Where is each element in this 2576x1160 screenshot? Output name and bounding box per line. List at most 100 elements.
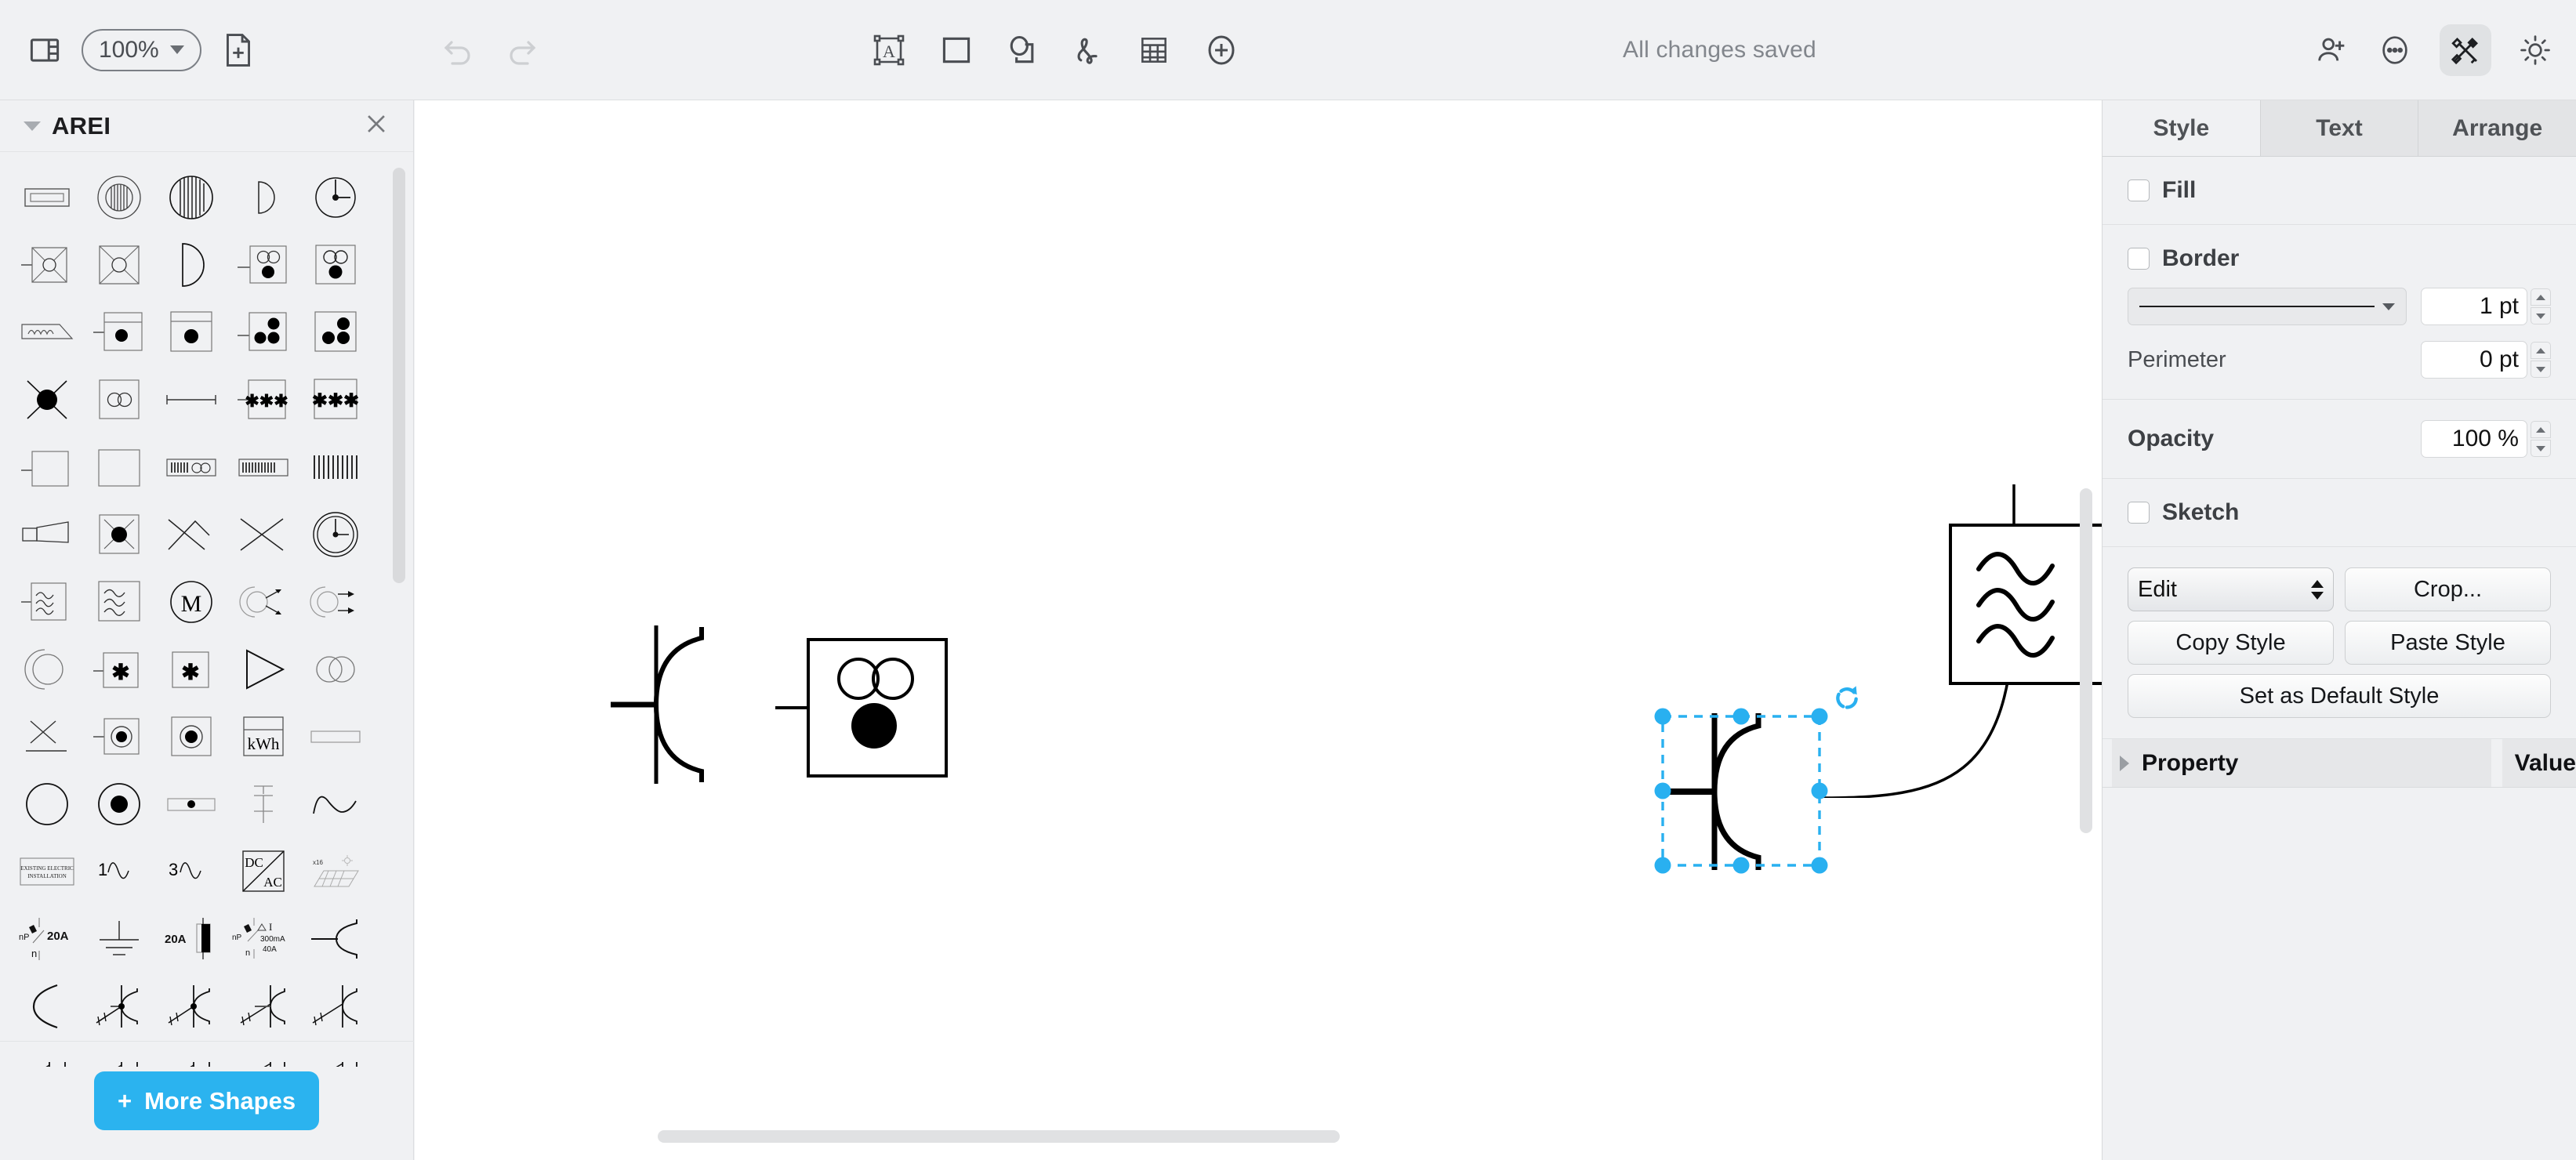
shape-box-waves-large[interactable] (83, 568, 155, 636)
shape-gauge-clock[interactable] (299, 501, 372, 568)
canvas-shape-box-waves[interactable] (1947, 522, 2102, 687)
shape-box-three-dots[interactable] (227, 299, 299, 366)
shape-socket-two-circles[interactable] (227, 231, 299, 299)
fill-checkbox[interactable] (2128, 179, 2150, 201)
shape-switch-arc-dot[interactable] (155, 973, 227, 1040)
perimeter-stepper[interactable] (2531, 342, 2551, 378)
set-default-style-button[interactable]: Set as Default Style (2128, 674, 2551, 718)
shape-heater-with-circles[interactable] (155, 433, 227, 501)
shape-single-phase-wave[interactable]: 1 (83, 838, 155, 905)
shape-circle-arc[interactable] (11, 636, 83, 703)
shape-existing-electric-installation[interactable]: EXISTING ELECTRIC INSTALLATION (11, 838, 83, 905)
rectangle-icon[interactable] (939, 33, 974, 67)
shape-crossed-box-circle[interactable] (11, 231, 83, 299)
border-width-stepper[interactable] (2531, 288, 2551, 324)
format-tools-icon[interactable] (2440, 24, 2491, 76)
zoom-level-dropdown[interactable]: 100% (82, 28, 201, 71)
palette-scroll-area[interactable]: ✱✱✱ ✱✱✱ M ✱ ✱ kWh EXISTING ELECTRIC INST… (0, 153, 414, 1067)
shape-capacitor-ground[interactable] (227, 770, 299, 838)
tab-style[interactable]: Style (2103, 100, 2261, 156)
canvas-horizontal-scrollbar[interactable] (658, 1130, 1340, 1143)
shape-two-circles-overlap[interactable] (299, 636, 372, 703)
shape-line-terminated[interactable] (155, 366, 227, 433)
shape-crossed-lines-bent[interactable] (155, 501, 227, 568)
table-icon[interactable] (1137, 33, 1171, 67)
property-column-header[interactable]: Property (2112, 739, 2491, 787)
stepper-down[interactable] (2531, 307, 2551, 324)
border-width-input[interactable]: 1 pt (2421, 288, 2527, 325)
collapse-triangle-icon[interactable] (24, 121, 41, 131)
panel-layout-icon[interactable] (28, 34, 61, 67)
shape-motor-m[interactable]: M (155, 568, 227, 636)
shape-switch-arc-slashes[interactable] (299, 973, 372, 1040)
freehand-icon[interactable] (1071, 33, 1105, 67)
more-shapes-button[interactable]: + More Shapes (94, 1071, 320, 1130)
shape-junction-star-dot[interactable] (11, 366, 83, 433)
shape-circle-filled-dot[interactable] (83, 770, 155, 838)
rotate-icon[interactable] (1830, 682, 1862, 713)
shape-solar-panel-x16[interactable]: x16 (299, 838, 372, 905)
edit-dropdown[interactable]: Edit (2128, 567, 2334, 611)
new-page-icon[interactable] (222, 33, 255, 67)
palette-scrollbar[interactable] (393, 168, 405, 583)
shape-flat-rect[interactable] (299, 703, 372, 770)
resize-handle-ne[interactable] (1811, 708, 1828, 725)
value-column-header[interactable]: Value (2502, 739, 2576, 787)
copy-style-button[interactable]: Copy Style (2128, 621, 2334, 665)
stroke-style-dropdown[interactable] (2128, 288, 2407, 325)
shape-box-three-asterisks[interactable]: ✱✱✱ (227, 366, 299, 433)
shape-box-dot-lamp[interactable] (83, 299, 155, 366)
shape-sine-wave[interactable] (299, 770, 372, 838)
tab-text[interactable]: Text (2260, 100, 2419, 156)
shape-half-disc-small[interactable] (227, 164, 299, 231)
tab-arrange[interactable]: Arrange (2418, 100, 2576, 156)
close-icon[interactable] (363, 111, 390, 141)
resize-handle-w[interactable] (1654, 782, 1671, 799)
crop-button[interactable]: Crop... (2345, 567, 2551, 611)
text-box-icon[interactable]: A (870, 31, 908, 69)
shape-circle-plain[interactable] (11, 770, 83, 838)
shape-ventilator-round[interactable] (155, 164, 227, 231)
resize-handle-s[interactable] (1732, 857, 1750, 874)
diagram-canvas[interactable] (415, 100, 2102, 1160)
shape-open-rect[interactable] (11, 433, 83, 501)
shape-switch-arc-dot-slashes[interactable] (83, 973, 155, 1040)
shape-box-two-circles[interactable] (83, 366, 155, 433)
shape-switch-arc-slashes-line[interactable] (227, 973, 299, 1040)
shape-box-three-asterisks-large[interactable]: ✱✱✱ (299, 366, 372, 433)
shape-box-dot-lamp-large[interactable] (155, 299, 227, 366)
shape-heater-bars[interactable] (299, 433, 372, 501)
shape-box-three-dots-large[interactable] (299, 299, 372, 366)
canvas-shape-box-two-circles-dot[interactable] (775, 633, 963, 782)
shape-speaker-horn[interactable] (11, 501, 83, 568)
shape-crossed-lines[interactable] (227, 501, 299, 568)
stepper-up[interactable] (2531, 288, 2551, 306)
expand-triangle-icon[interactable] (2120, 755, 2129, 771)
plus-circle-icon[interactable] (1203, 31, 1240, 69)
stepper-down[interactable] (2531, 361, 2551, 378)
shape-switch-arc[interactable] (299, 905, 372, 973)
canvas-vertical-scrollbar[interactable] (2080, 488, 2092, 833)
shape-breaker-20a[interactable]: nP n 20A (11, 905, 83, 973)
shape-kwh-meter[interactable]: kWh (227, 703, 299, 770)
shape-box-circle-dot-large[interactable] (155, 703, 227, 770)
shape-box-junction-dot[interactable] (83, 501, 155, 568)
shape-socket-flush[interactable] (11, 164, 83, 231)
resize-handle-e[interactable] (1811, 782, 1828, 799)
shape-clock-meter[interactable] (299, 164, 372, 231)
shape-box-asterisk-lamp[interactable]: ✱ (83, 636, 155, 703)
stepper-up[interactable] (2531, 342, 2551, 359)
shape-ventilator-round-outlet[interactable] (83, 164, 155, 231)
border-checkbox[interactable] (2128, 248, 2150, 270)
shape-rotary-actuator-two-arrows[interactable] (227, 568, 299, 636)
more-options-icon[interactable] (2377, 32, 2413, 68)
shape-rotary-actuator-arrows[interactable] (299, 568, 372, 636)
shape-crossed-box-circle-large[interactable] (83, 231, 155, 299)
resize-handle-n[interactable] (1732, 708, 1750, 725)
canvas-shape-switch-arc[interactable] (611, 618, 736, 790)
shape-box-circle-dot[interactable] (83, 703, 155, 770)
shape-half-disc[interactable] (155, 231, 227, 299)
shape-inductor-wedge[interactable] (11, 299, 83, 366)
sketch-checkbox[interactable] (2128, 502, 2150, 524)
add-person-icon[interactable] (2314, 32, 2350, 68)
